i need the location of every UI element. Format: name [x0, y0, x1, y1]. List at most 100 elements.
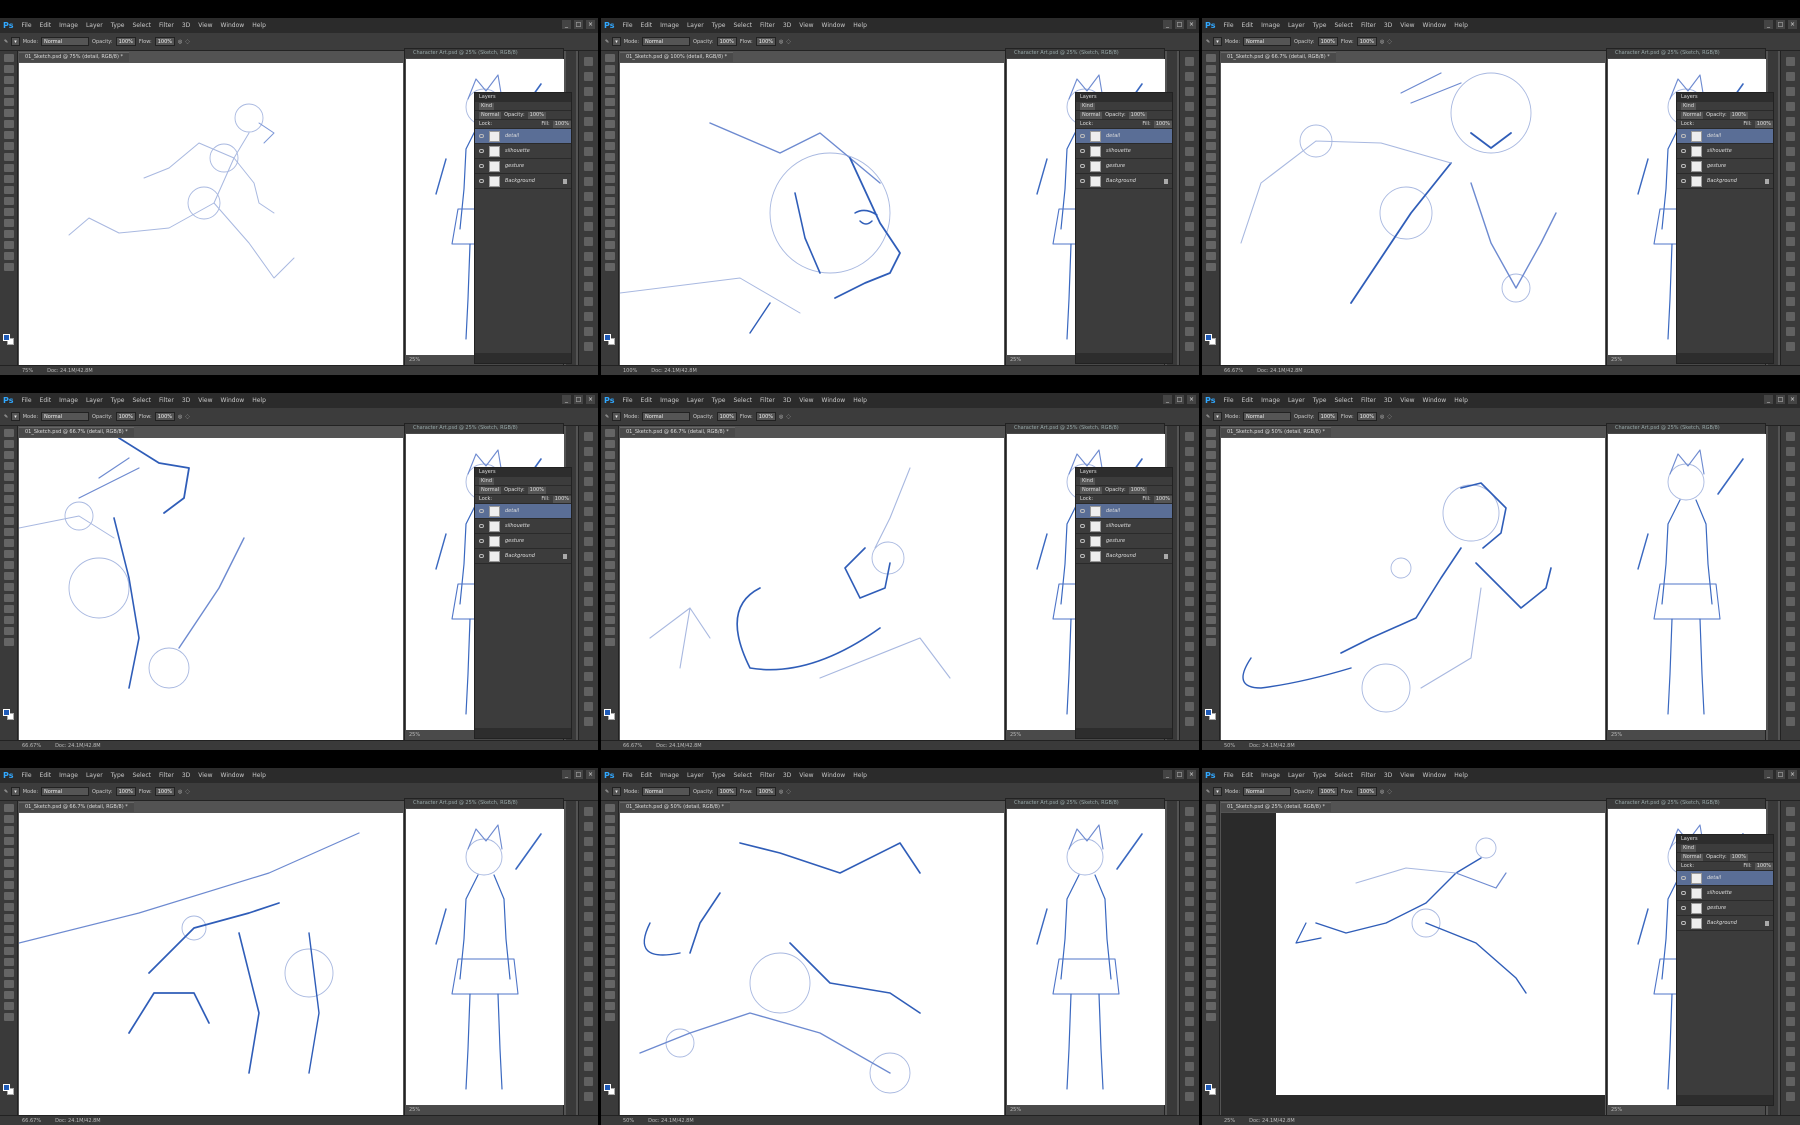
3d-panel-icon[interactable] [584, 312, 593, 321]
visibility-eye-icon[interactable] [1080, 524, 1085, 528]
character-panel-icon[interactable] [1185, 207, 1194, 216]
channels-panel-icon[interactable] [584, 882, 593, 891]
properties-panel-icon[interactable] [584, 192, 593, 201]
lasso-tool-icon[interactable] [1206, 76, 1216, 84]
menu-type[interactable]: Type [1309, 22, 1331, 29]
adjustments-panel-icon[interactable] [1786, 837, 1795, 846]
color-panel-icon[interactable] [584, 57, 593, 66]
layers-panel-icon[interactable] [584, 492, 593, 501]
eyedropper-tool-icon[interactable] [605, 859, 615, 867]
foreground-color-swatch[interactable] [604, 709, 611, 716]
airbrush-icon[interactable]: ◎ [779, 39, 783, 45]
paths-panel-icon[interactable] [1185, 522, 1194, 531]
brush-tool-icon[interactable] [4, 506, 14, 514]
pen-tool-icon[interactable] [4, 583, 14, 591]
opacity-field[interactable]: 100% [716, 412, 737, 421]
channels-panel-icon[interactable] [1786, 132, 1795, 141]
canvas-area[interactable] [19, 438, 403, 740]
quick-select-tool-icon[interactable] [605, 837, 615, 845]
styles-panel-icon[interactable] [1185, 477, 1194, 486]
adjustments-panel-icon[interactable] [584, 837, 593, 846]
canvas[interactable] [620, 438, 1004, 740]
menu-view[interactable]: View [1396, 397, 1418, 404]
shape-tool-icon[interactable] [4, 616, 14, 624]
notes-panel-icon[interactable] [1185, 267, 1194, 276]
move-tool-icon[interactable] [605, 429, 615, 437]
layer-opacity-field[interactable]: 100% [1729, 853, 1748, 861]
menu-view[interactable]: View [1396, 22, 1418, 29]
menu-3d[interactable]: 3D [1380, 22, 1396, 29]
color-panel-icon[interactable] [1185, 57, 1194, 66]
opacity-field[interactable]: 100% [115, 37, 136, 46]
dodge-tool-icon[interactable] [1206, 197, 1216, 205]
filter-kind-select[interactable]: Kind [1681, 102, 1697, 110]
timeline-panel-icon[interactable] [1786, 1077, 1795, 1086]
gradient-tool-icon[interactable] [1206, 175, 1216, 183]
menu-type[interactable]: Type [1309, 772, 1331, 779]
blur-tool-icon[interactable] [605, 561, 615, 569]
channels-panel-icon[interactable] [1786, 882, 1795, 891]
blur-tool-icon[interactable] [605, 936, 615, 944]
eyedropper-tool-icon[interactable] [605, 484, 615, 492]
history-brush-tool-icon[interactable] [4, 153, 14, 161]
canvas[interactable] [620, 63, 1004, 365]
navigator-panel-icon[interactable] [1786, 1002, 1795, 1011]
3d-panel-icon[interactable] [584, 1062, 593, 1071]
visibility-eye-icon[interactable] [479, 509, 484, 513]
gradient-tool-icon[interactable] [4, 925, 14, 933]
healing-tool-icon[interactable] [1206, 870, 1216, 878]
history-panel-icon[interactable] [584, 537, 593, 546]
menu-filter[interactable]: Filter [155, 397, 178, 404]
actions-panel-icon[interactable] [1185, 597, 1194, 606]
adjustments-panel-icon[interactable] [1185, 462, 1194, 471]
menu-view[interactable]: View [194, 22, 216, 29]
brush-tool-icon[interactable]: ✎ [4, 789, 8, 795]
clone-source-panel-icon[interactable] [1185, 672, 1194, 681]
timeline-panel-icon[interactable] [584, 327, 593, 336]
notes-panel-icon[interactable] [1786, 267, 1795, 276]
layers-panel-icon[interactable] [1185, 867, 1194, 876]
menu-select[interactable]: Select [128, 397, 155, 404]
paths-panel-icon[interactable] [584, 522, 593, 531]
path-select-tool-icon[interactable] [605, 605, 615, 613]
hand-tool-icon[interactable] [1206, 627, 1216, 635]
clone-source-panel-icon[interactable] [1786, 297, 1795, 306]
menu-type[interactable]: Type [708, 397, 730, 404]
menu-layer[interactable]: Layer [1284, 772, 1309, 779]
document-tab[interactable]: 01_Sketch.psd @ 66.7% (detail, RGB/8) * [19, 427, 134, 437]
layer-row[interactable]: detail [475, 504, 571, 519]
visibility-eye-icon[interactable] [1681, 891, 1686, 895]
swatches-panel-icon[interactable] [1786, 447, 1795, 456]
clone-stamp-tool-icon[interactable] [605, 517, 615, 525]
character-panel-icon[interactable] [584, 582, 593, 591]
menu-window[interactable]: Window [217, 397, 249, 404]
clone-stamp-tool-icon[interactable] [1206, 142, 1216, 150]
menu-edit[interactable]: Edit [637, 772, 657, 779]
hand-tool-icon[interactable] [4, 627, 14, 635]
reference-canvas[interactable] [406, 809, 564, 1105]
healing-tool-icon[interactable] [1206, 495, 1216, 503]
dodge-tool-icon[interactable] [4, 572, 14, 580]
color-swatches[interactable] [3, 709, 14, 720]
paths-panel-icon[interactable] [1786, 897, 1795, 906]
airbrush-icon[interactable]: ◎ [178, 789, 182, 795]
notes-panel-icon[interactable] [1185, 642, 1194, 651]
navigator-panel-icon[interactable] [1185, 252, 1194, 261]
canvas-area[interactable] [1221, 813, 1605, 1115]
menu-3d[interactable]: 3D [779, 22, 795, 29]
menu-image[interactable]: Image [55, 397, 82, 404]
history-brush-tool-icon[interactable] [1206, 903, 1216, 911]
brush-tool-icon[interactable] [605, 881, 615, 889]
layer-row[interactable]: Background [1677, 174, 1773, 189]
brushes-panel-icon[interactable] [584, 552, 593, 561]
color-swatches[interactable] [1205, 709, 1216, 720]
brush-tool-icon[interactable]: ✎ [605, 39, 609, 45]
channels-panel-icon[interactable] [1185, 882, 1194, 891]
zoom-level[interactable]: 50% [623, 1118, 634, 1124]
hand-tool-icon[interactable] [4, 252, 14, 260]
close-icon[interactable]: × [586, 770, 595, 779]
menu-window[interactable]: Window [217, 772, 249, 779]
brushes-panel-icon[interactable] [1185, 927, 1194, 936]
canvas-area[interactable] [19, 63, 403, 365]
timeline-panel-icon[interactable] [1185, 327, 1194, 336]
